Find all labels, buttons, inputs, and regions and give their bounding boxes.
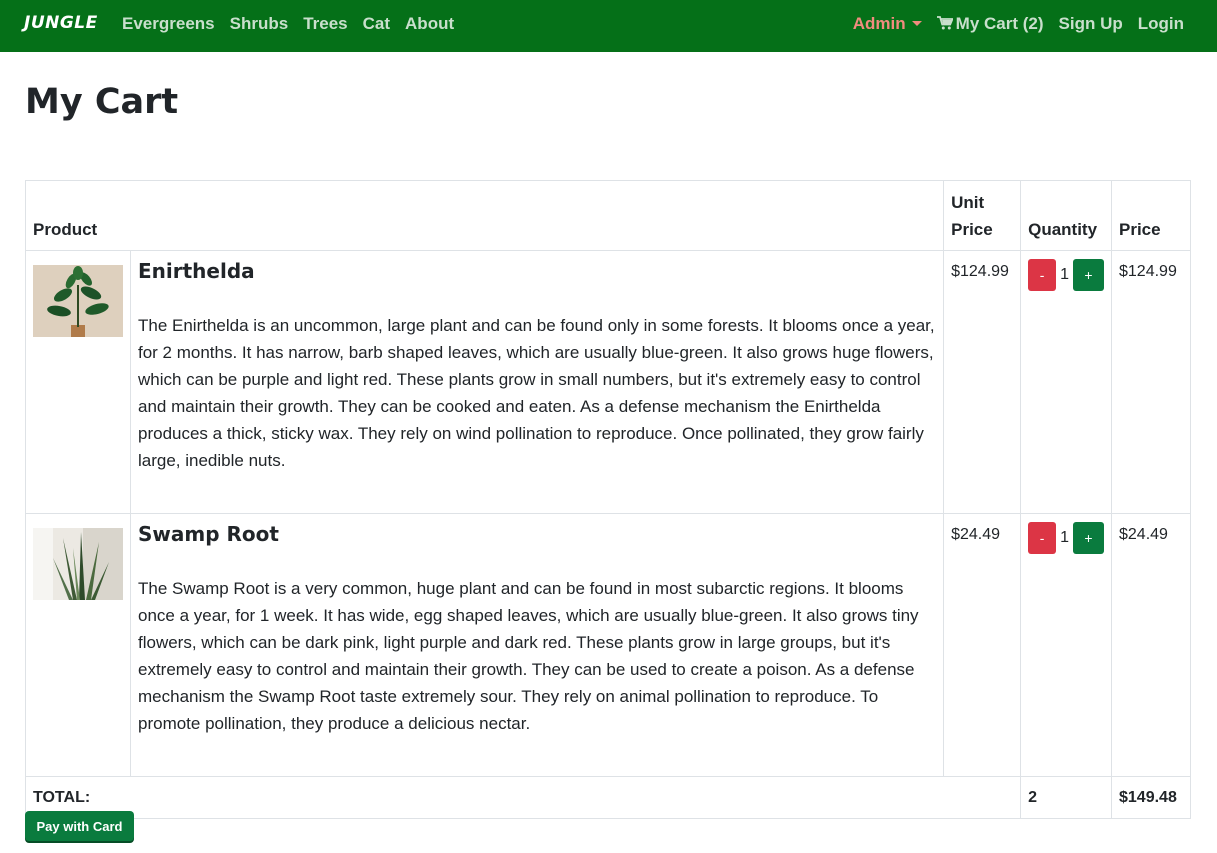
unit-price-cell: $24.49 — [943, 513, 1022, 777]
quantity-cell: - 1 + — [1020, 250, 1112, 514]
product-info-cell: Enirthelda The Enirthelda is an uncommon… — [129, 250, 945, 514]
top-navbar: JUNGLE Evergreens Shrubs Trees Cat About… — [0, 0, 1217, 52]
product-info-cell: Swamp Root The Swamp Root is a very comm… — [129, 513, 945, 777]
line-price-cell: $24.49 — [1111, 513, 1191, 777]
brand-logo[interactable]: JUNGLE — [24, 13, 98, 33]
quantity-value: 1 — [1060, 529, 1069, 546]
increase-quantity-button[interactable]: + — [1073, 259, 1104, 291]
header-unit-price-label: Unit Price — [951, 193, 993, 239]
quantity-value: 1 — [1060, 266, 1069, 283]
admin-label: Admin — [852, 14, 906, 33]
decrease-quantity-button[interactable]: - — [1028, 522, 1057, 554]
product-name[interactable]: Enirthelda — [138, 259, 936, 283]
header-unit-price: Unit Price — [943, 180, 1022, 251]
page-title: My Cart — [25, 82, 179, 122]
nav-link-shrubs[interactable]: Shrubs — [230, 14, 289, 34]
nav-link-cat[interactable]: Cat — [363, 14, 390, 34]
total-price: $149.48 — [1111, 776, 1191, 819]
total-row: TOTAL: 2 $149.48 — [24, 776, 1191, 819]
nav-link-evergreens[interactable]: Evergreens — [122, 14, 215, 34]
login-link[interactable]: Login — [1138, 14, 1184, 34]
admin-dropdown[interactable]: Admin — [853, 14, 922, 34]
unit-price-cell: $124.99 — [943, 250, 1022, 514]
cart-icon — [936, 16, 953, 30]
decrease-quantity-button[interactable]: - — [1028, 259, 1057, 291]
quantity-cell: - 1 + — [1020, 513, 1112, 777]
table-header-row: Product Unit Price Quantity Price — [24, 180, 1191, 251]
product-name[interactable]: Swamp Root — [138, 522, 936, 546]
product-description: The Enirthelda is an uncommon, large pla… — [138, 316, 935, 470]
account-nav: Admin My Cart (2) Sign Up Login — [853, 14, 1184, 34]
signup-link[interactable]: Sign Up — [1059, 14, 1123, 34]
caret-down-icon — [911, 21, 922, 26]
product-description: The Swamp Root is a very common, huge pl… — [138, 579, 919, 733]
nav-link-about[interactable]: About — [405, 14, 454, 34]
my-cart-label: My Cart (2) — [955, 14, 1044, 33]
increase-quantity-button[interactable]: + — [1073, 522, 1104, 554]
total-label: TOTAL: — [24, 776, 1022, 819]
table-row: Enirthelda The Enirthelda is an uncommon… — [25, 250, 1191, 514]
product-image[interactable] — [33, 265, 123, 337]
header-quantity: Quantity — [1020, 180, 1112, 251]
quantity-stepper: - 1 + — [1028, 522, 1104, 554]
product-image-cell — [25, 513, 131, 777]
pay-with-card-button[interactable]: Pay with Card — [25, 811, 134, 841]
quantity-stepper: - 1 + — [1028, 259, 1104, 291]
my-cart-link[interactable]: My Cart (2) — [936, 14, 1044, 34]
product-image[interactable] — [33, 528, 123, 600]
product-image-cell — [25, 250, 131, 514]
header-price: Price — [1111, 180, 1191, 251]
category-nav: Evergreens Shrubs Trees Cat About — [122, 14, 469, 34]
nav-link-trees[interactable]: Trees — [303, 14, 347, 34]
table-row: Swamp Root The Swamp Root is a very comm… — [25, 513, 1191, 777]
total-quantity: 2 — [1020, 776, 1112, 819]
line-price-cell: $124.99 — [1111, 250, 1191, 514]
cart-table: Product Unit Price Quantity Price Enirth… — [24, 180, 1191, 819]
header-product: Product — [24, 180, 945, 251]
